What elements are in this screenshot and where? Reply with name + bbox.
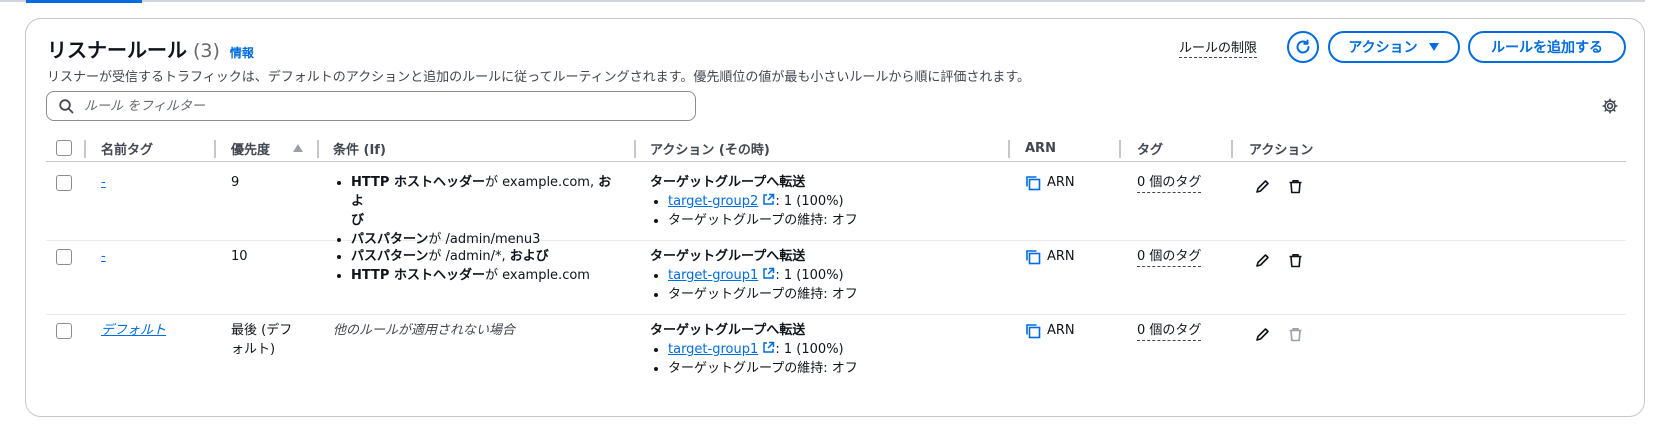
delete-rule-button-disabled <box>1286 325 1304 343</box>
rule-limits-link[interactable]: ルールの制限 <box>1179 37 1258 58</box>
column-header-actions: アクション <box>1249 142 1314 158</box>
action-title: ターゲットグループへ転送 <box>650 249 806 264</box>
external-link-icon <box>763 193 775 205</box>
tags-popover-link[interactable]: 0 個のタグ <box>1137 321 1202 341</box>
refresh-icon <box>1296 39 1310 54</box>
sort-ascending-icon[interactable] <box>293 144 303 152</box>
column-divider <box>1119 140 1121 158</box>
edit-rule-button[interactable] <box>1253 177 1271 195</box>
column-divider <box>634 140 636 158</box>
target-group-item: target-group2 : 1 (100%) <box>668 192 1000 211</box>
rule-priority: 9 <box>231 175 240 190</box>
gear-icon <box>1602 98 1618 114</box>
tab-underline <box>0 0 1645 2</box>
active-tab-indicator <box>26 0 142 3</box>
column-header-tags[interactable]: タグ <box>1137 134 1163 162</box>
panel-description: リスナーが受信するトラフィックは、デフォルトのアクションと追加のルールに従ってル… <box>47 70 1031 85</box>
table-header: 名前タグ 優先度 条件 (If) アクション (その時) ARN タグ アクショ… <box>46 134 1626 162</box>
row-checkbox[interactable] <box>56 175 72 191</box>
target-group-item: target-group1 : 1 (100%) <box>668 266 1000 285</box>
arn-label: ARN <box>1047 323 1075 338</box>
table-row: - 10 パスパターンが /admin/*, および HTTP ホストヘッダーが… <box>46 237 1626 315</box>
preferences-button[interactable] <box>1601 97 1619 115</box>
edit-icon <box>1255 179 1269 193</box>
column-header-action[interactable]: アクション (その時) <box>650 134 770 162</box>
stickiness-item: ターゲットグループの維持: オフ <box>668 285 1000 304</box>
row-checkbox[interactable] <box>56 323 72 339</box>
table-row: デフォルト 最後 (デフ ォルト) 他のルールが適用されない場合 ターゲットグル… <box>46 311 1626 389</box>
column-header-arn[interactable]: ARN <box>1025 134 1056 162</box>
info-link[interactable]: 情報 <box>230 44 254 61</box>
listener-rules-panel: リスナールール (3) 情報 リスナーが受信するトラフィックは、デフォルトのアク… <box>25 18 1645 417</box>
edit-rule-button[interactable] <box>1253 325 1271 343</box>
edit-rule-button[interactable] <box>1253 251 1271 269</box>
delete-rule-button[interactable] <box>1286 251 1304 269</box>
row-checkbox[interactable] <box>56 249 72 265</box>
table-row: - 9 HTTP ホストヘッダーが example.com, および パスパター… <box>46 163 1626 247</box>
filter-input[interactable] <box>82 97 642 115</box>
trash-icon <box>1289 327 1301 341</box>
rule-action: ターゲットグループへ転送 target-group1 : 1 (100%) ター… <box>650 321 1000 378</box>
arn-copy[interactable]: ARN <box>1025 321 1075 340</box>
rule-name-link[interactable]: - <box>101 173 106 192</box>
refresh-button[interactable] <box>1287 31 1319 63</box>
column-divider <box>84 140 86 158</box>
rule-action: ターゲットグループへ転送 target-group2 : 1 (100%) ター… <box>650 173 1000 230</box>
copy-icon <box>1026 249 1041 264</box>
stickiness-item: ターゲットグループの維持: オフ <box>668 211 1000 230</box>
panel-header: リスナールール (3) 情報 <box>47 34 254 63</box>
action-title: ターゲットグループへ転送 <box>650 175 806 190</box>
target-group-link[interactable]: target-group2 <box>668 194 758 209</box>
arn-label: ARN <box>1047 175 1075 190</box>
rule-name-link[interactable]: デフォルト <box>101 321 166 340</box>
trash-icon <box>1289 253 1301 267</box>
condition-item: パスパターンが /admin/*, および <box>351 247 623 266</box>
delete-rule-button[interactable] <box>1286 177 1304 195</box>
external-link-icon <box>763 267 775 279</box>
actions-dropdown-button[interactable]: アクション <box>1328 31 1460 63</box>
column-divider <box>1008 140 1010 158</box>
tags-popover-link[interactable]: 0 個のタグ <box>1137 173 1202 193</box>
external-link-icon <box>763 341 775 353</box>
caret-down-icon <box>1428 43 1439 51</box>
condition-item: HTTP ホストヘッダーが example.com <box>351 266 623 285</box>
edit-icon <box>1255 253 1269 267</box>
rule-name-link[interactable]: - <box>101 247 106 266</box>
condition-item: HTTP ホストヘッダーが example.com, および <box>351 173 623 230</box>
rule-priority: 最後 (デフ ォルト) <box>231 323 293 357</box>
edit-icon <box>1255 327 1269 341</box>
action-title: ターゲットグループへ転送 <box>650 323 806 338</box>
column-header-priority[interactable]: 優先度 <box>231 134 270 162</box>
tags-popover-link[interactable]: 0 個のタグ <box>1137 247 1202 267</box>
target-group-link[interactable]: target-group1 <box>668 342 758 357</box>
column-divider <box>1231 140 1233 158</box>
arn-copy[interactable]: ARN <box>1025 247 1075 266</box>
rule-count: (3) <box>193 40 220 62</box>
column-header-name-tag[interactable]: 名前タグ <box>101 134 153 162</box>
rule-action: ターゲットグループへ転送 target-group1 : 1 (100%) ター… <box>650 247 1000 304</box>
page-title: リスナールール <box>47 38 187 62</box>
filter-field[interactable] <box>46 91 696 121</box>
column-divider <box>214 140 216 158</box>
target-group-link[interactable]: target-group1 <box>668 268 758 283</box>
add-rule-button[interactable]: ルールを追加する <box>1468 31 1626 63</box>
copy-icon <box>1026 323 1041 338</box>
target-group-item: target-group1 : 1 (100%) <box>668 340 1000 359</box>
rule-priority: 10 <box>231 249 248 264</box>
rule-conditions: パスパターンが /admin/*, および HTTP ホストヘッダーが exam… <box>333 247 623 285</box>
select-all-checkbox[interactable] <box>56 140 72 156</box>
stickiness-item: ターゲットグループの維持: オフ <box>668 359 1000 378</box>
arn-label: ARN <box>1047 249 1075 264</box>
column-divider <box>317 140 319 158</box>
column-header-condition[interactable]: 条件 (If) <box>333 134 386 162</box>
rule-condition-default: 他のルールが適用されない場合 <box>333 323 516 338</box>
copy-icon <box>1026 175 1041 190</box>
actions-button-label: アクション <box>1348 40 1418 56</box>
search-icon <box>59 98 74 113</box>
arn-copy[interactable]: ARN <box>1025 173 1075 192</box>
trash-icon <box>1289 179 1301 193</box>
